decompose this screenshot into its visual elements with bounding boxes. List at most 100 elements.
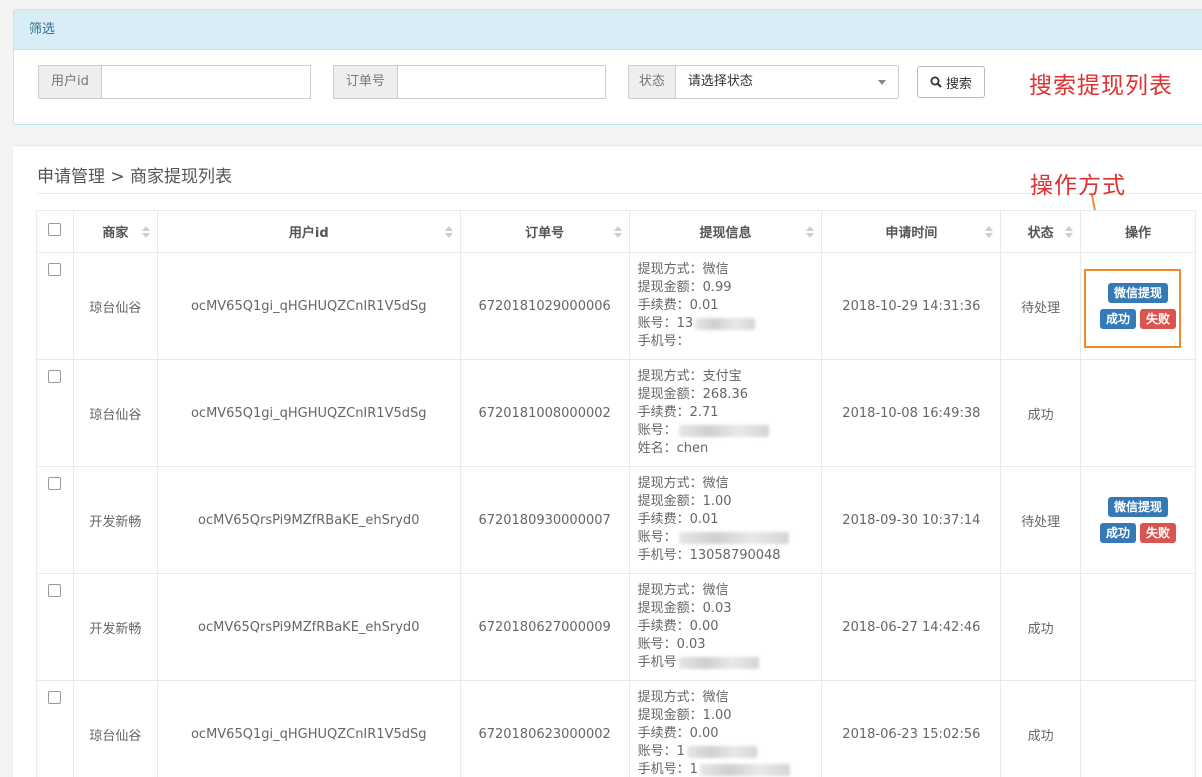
actions-cell — [1080, 680, 1196, 777]
info-text: 手续费：0.01 — [637, 512, 719, 527]
filter-header: 筛选 — [14, 10, 1202, 50]
row-checkbox[interactable] — [48, 370, 62, 383]
table-row: 琼台仙谷 ocMV65Q1gi_qHGHUQZCnIR1V5dSg 67201810… — [36, 359, 1196, 467]
highlight-box — [1084, 269, 1181, 348]
select-all-cell — [36, 210, 74, 253]
row-checkbox[interactable] — [48, 691, 62, 704]
info-line: 提现金额：1.00 — [638, 493, 822, 511]
breadcrumb: 申请管理 > 商家提现列表 — [37, 167, 233, 187]
column-header-user-id[interactable]: 用户id — [156, 210, 461, 253]
info-text: 提现方式：微信 — [637, 476, 729, 491]
row-checkbox[interactable] — [48, 263, 62, 276]
status-cell: 成功 — [1000, 680, 1082, 777]
actions-cell — [1080, 359, 1196, 467]
user-id-input[interactable] — [100, 65, 311, 99]
info-line: 账号： — [638, 529, 822, 547]
order-no-cell: 6720181008000002 — [459, 359, 630, 467]
merchant-cell: 开发新畅 — [72, 573, 158, 681]
info-text: 账号：1 — [637, 744, 685, 759]
column-header-label: 状态 — [1027, 226, 1054, 241]
divider — [37, 193, 1202, 194]
search-icon — [930, 76, 942, 88]
sort-icon — [141, 226, 150, 238]
time-cell: 2018-10-29 14:31:36 — [821, 252, 1002, 360]
info-text: 提现方式：微信 — [637, 583, 729, 598]
info-line: 手续费：0.00 — [638, 725, 822, 743]
time-cell: 2018-09-30 10:37:14 — [821, 466, 1002, 574]
order-no-label: 订单号 — [332, 65, 397, 99]
info-text: 手机号 — [637, 655, 677, 670]
row-select-cell — [36, 573, 74, 681]
info-text: 手续费：0.01 — [637, 298, 719, 313]
redacted-blur — [678, 424, 769, 437]
info-line: 提现金额：1.00 — [638, 707, 822, 725]
info-line: 账号： — [638, 422, 822, 440]
info-line: 手续费：0.01 — [638, 511, 822, 529]
user-id-label: 用户id — [38, 65, 101, 99]
row-checkbox[interactable] — [48, 584, 62, 597]
column-header-info[interactable]: 提现信息 — [628, 210, 823, 253]
info-line: 提现方式：微信 — [638, 689, 822, 707]
column-header-label: 商家 — [102, 226, 129, 241]
order-no-group: 订单号 — [332, 65, 606, 99]
redacted-blur — [695, 317, 756, 330]
fail-button[interactable]: 失败 — [1140, 523, 1177, 543]
info-text: 姓名：chen — [637, 441, 709, 456]
column-header-time[interactable]: 申请时间 — [821, 210, 1002, 253]
info-text: 提现金额：268.36 — [637, 387, 749, 402]
status-cell: 成功 — [1000, 573, 1082, 681]
column-header-merchant[interactable]: 商家 — [72, 210, 158, 253]
order-no-input[interactable] — [396, 65, 606, 99]
table-row: 开发新畅 ocMV65QrsPi9MZfRBaKE_ehSryd0 67201809… — [36, 466, 1196, 574]
annotation-search: 搜索提现列表 — [1029, 73, 1173, 99]
info-line: 姓名：chen — [638, 440, 822, 458]
merchant-cell: 开发新畅 — [72, 466, 158, 574]
search-button[interactable]: 搜索 — [916, 66, 985, 98]
info-text: 手续费：0.00 — [637, 726, 719, 741]
order-no-cell: 6720180627000009 — [459, 573, 630, 681]
info-text: 手续费：0.00 — [637, 619, 719, 634]
status-select[interactable]: 请选择状态 — [674, 65, 899, 99]
sort-icon — [806, 226, 815, 238]
row-select-cell — [36, 252, 74, 360]
withdraw-info-cell: 提现方式：微信 提现金额：0.03 手续费：0.00 账号：0.03 手机号 — [628, 573, 823, 681]
search-button-label: 搜索 — [945, 76, 972, 92]
table-row: 琼台仙谷 ocMV65Q1gi_qHGHUQZCnIR1V5dSg 67201810… — [36, 252, 1196, 360]
info-text: 账号：13 — [637, 316, 694, 331]
info-text: 提现金额：1.00 — [637, 494, 732, 509]
withdraw-info-cell: 提现方式：微信 提现金额：1.00 手续费：0.01 账号： 手机号：130587900… — [628, 466, 823, 574]
select-all-checkbox[interactable] — [48, 223, 62, 236]
info-text: 提现方式：微信 — [637, 262, 729, 277]
column-header-order-no[interactable]: 订单号 — [459, 210, 630, 253]
sort-icon — [1065, 226, 1074, 238]
actions-cell — [1080, 573, 1196, 681]
redacted-blur — [699, 763, 790, 776]
table-row: 开发新畅 ocMV65QrsPi9MZfRBaKE_ehSryd0 67201806… — [36, 573, 1196, 681]
filter-panel: 筛选 用户id 订单号 状态 请选择状态 搜索 — [13, 9, 1202, 125]
time-cell: 2018-10-08 16:49:38 — [821, 359, 1002, 467]
action-row: 成功 失败 — [1100, 523, 1177, 543]
info-text: 手续费：2.71 — [637, 405, 719, 420]
order-no-cell: 6720181029000006 — [459, 252, 630, 360]
info-text: 提现金额：0.03 — [637, 601, 732, 616]
info-line: 提现方式：微信 — [638, 475, 822, 493]
table-row: 琼台仙谷 ocMV65Q1gi_qHGHUQZCnIR1V5dSg 67201806… — [36, 680, 1196, 777]
info-line: 账号：13 — [638, 315, 822, 333]
time-cell: 2018-06-27 14:42:46 — [821, 573, 1002, 681]
status-select-value: 请选择状态 — [687, 74, 753, 89]
info-line: 手机号： — [638, 333, 822, 351]
merchant-cell: 琼台仙谷 — [72, 359, 158, 467]
success-button[interactable]: 成功 — [1100, 523, 1137, 543]
withdraw-info-cell: 提现方式：微信 提现金额：0.99 手续费：0.01 账号：13 手机号： — [628, 252, 823, 360]
withdraw-table: 商家 用户id 订单号 提现信息 申请时间 状态 操作 琼台仙谷 ocMV65Q1… — [36, 210, 1196, 777]
row-checkbox[interactable] — [48, 477, 62, 490]
user-id-cell: ocMV65Q1gi_qHGHUQZCnIR1V5dSg — [156, 359, 461, 467]
column-header-status[interactable]: 状态 — [1000, 210, 1082, 253]
info-line: 提现金额：268.36 — [638, 386, 822, 404]
wechat-withdraw-button[interactable]: 微信提现 — [1108, 497, 1169, 517]
info-text: 账号：0.03 — [637, 637, 706, 652]
redacted-blur — [686, 745, 757, 758]
status-cell: 待处理 — [1000, 466, 1082, 574]
sort-icon — [444, 226, 453, 238]
info-text: 提现方式：微信 — [637, 690, 729, 705]
